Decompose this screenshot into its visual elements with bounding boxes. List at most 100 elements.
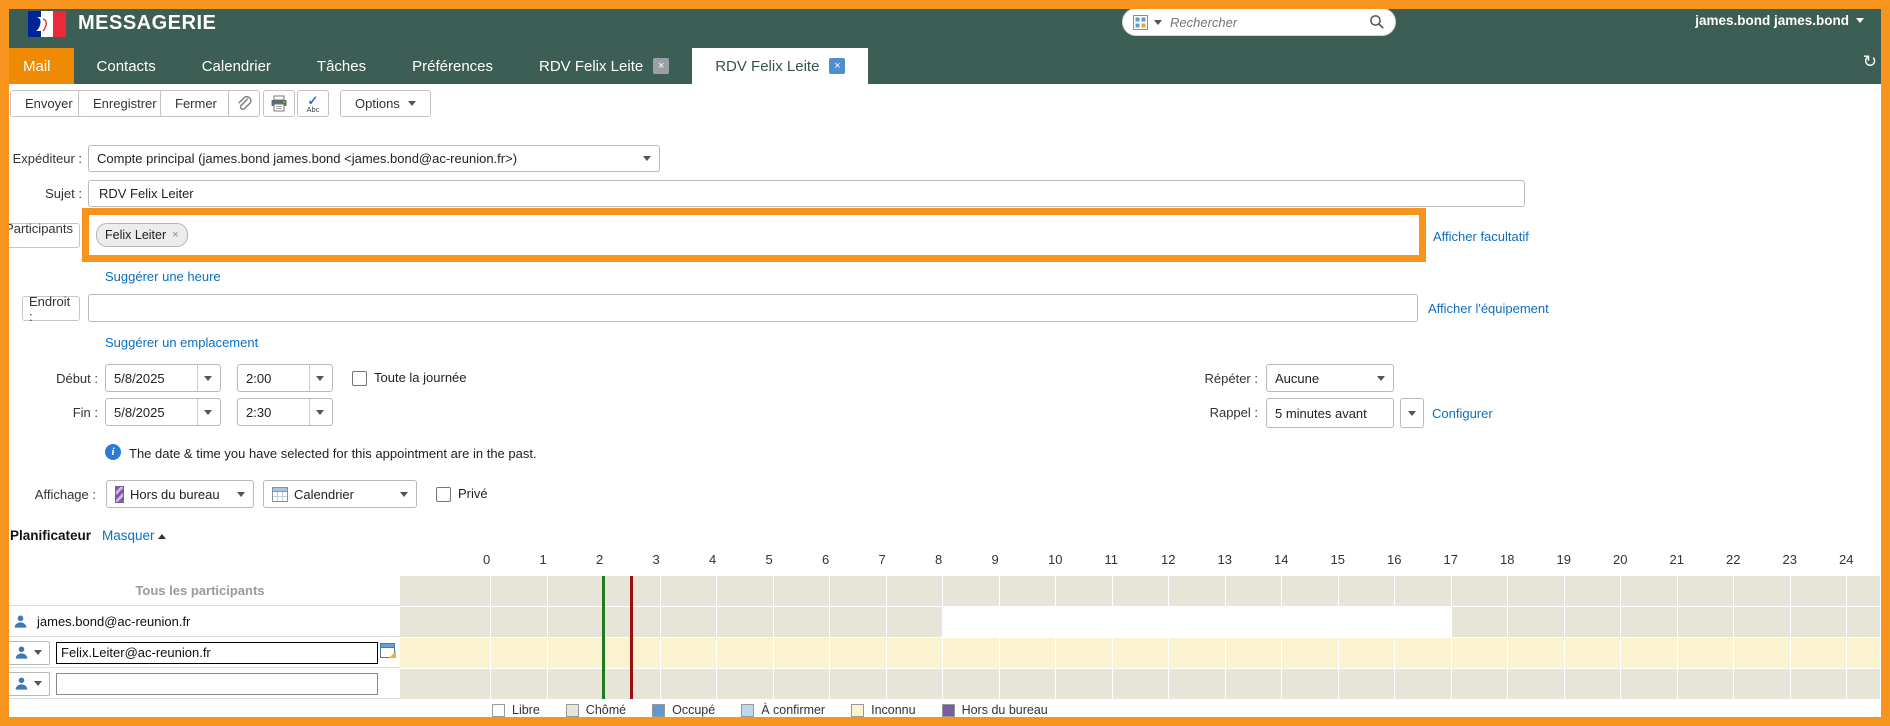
hour-gridline: [1790, 576, 1791, 606]
suggest-time-link[interactable]: Suggérer une heure: [105, 269, 221, 284]
hour-gridline: [1677, 638, 1678, 668]
attendees-label-button[interactable]: Participants :: [2, 223, 80, 248]
appointment-start-marker: [602, 576, 605, 699]
hour-label: 1: [540, 552, 568, 567]
repeat-select[interactable]: Aucune: [1266, 364, 1394, 392]
search-bar[interactable]: [1122, 8, 1396, 36]
configure-reminder-link[interactable]: Configurer: [1432, 406, 1493, 421]
attendee-type-combo[interactable]: [6, 672, 50, 696]
search-scope-caret-icon[interactable]: [1154, 20, 1162, 25]
sender-select[interactable]: Compte principal (james.bond james.bond …: [88, 145, 660, 172]
busy-status-caret-icon: [237, 492, 245, 497]
attendees-field-highlighted[interactable]: Felix Leiter ×: [82, 208, 1426, 262]
repeat-value: Aucune: [1275, 371, 1319, 386]
end-date-select[interactable]: 5/8/2025: [105, 398, 221, 426]
hour-gridline: [547, 638, 548, 668]
private-checkbox[interactable]: [436, 487, 451, 502]
freebusy-segment-free[interactable]: [942, 607, 1451, 637]
hour-gridline: [660, 638, 661, 668]
chip-close-icon[interactable]: ×: [172, 230, 178, 241]
hour-gridline: [1846, 576, 1847, 606]
freebusy-segment-non-working[interactable]: [400, 669, 1880, 699]
attendee-chip-name: Felix Leiter: [105, 228, 166, 242]
tab-label: Préférences: [412, 58, 493, 75]
paperclip-icon: [236, 96, 252, 112]
hour-gridline: [490, 607, 491, 637]
hour-gridline: [660, 669, 661, 699]
hour-gridline: [1055, 576, 1056, 606]
allday-checkbox[interactable]: [352, 371, 367, 386]
tab-rdv-felix-leite[interactable]: RDV Felix Leite×: [516, 48, 692, 84]
hour-gridline: [1394, 607, 1395, 637]
user-name: james.bond james.bond: [1695, 13, 1849, 28]
spellcheck-button[interactable]: ✓ Abc: [297, 90, 329, 117]
end-time-caret-icon: [316, 410, 324, 415]
hour-gridline: [829, 607, 830, 637]
location-input[interactable]: [97, 300, 1409, 317]
save-button[interactable]: Enregistrer: [78, 90, 172, 117]
tab-close-icon[interactable]: ×: [829, 58, 845, 74]
hour-gridline: [1394, 576, 1395, 606]
hour-gridline: [716, 669, 717, 699]
hour-label: 22: [1726, 552, 1754, 567]
hour-gridline: [773, 576, 774, 606]
hour-gridline: [999, 576, 1000, 606]
attendee-email-input[interactable]: [56, 642, 378, 664]
search-icon[interactable]: [1369, 14, 1385, 30]
free-busy-icon[interactable]: [380, 642, 397, 659]
end-time-select[interactable]: 2:30: [237, 398, 333, 426]
start-time-select[interactable]: 2:00: [237, 364, 333, 392]
tab-contacts[interactable]: Contacts: [74, 48, 179, 84]
attendee-row: james.bond@ac-reunion.fr: [0, 607, 400, 637]
hour-gridline: [886, 607, 887, 637]
hour-gridline: [1168, 638, 1169, 668]
hour-label: 18: [1500, 552, 1528, 567]
start-date-caret-icon: [204, 376, 212, 381]
tab-mail[interactable]: Mail: [0, 48, 74, 84]
attendee-chip[interactable]: Felix Leiter ×: [96, 223, 188, 247]
attendee-type-combo[interactable]: [6, 641, 50, 665]
allday-label: Toute la journée: [374, 370, 467, 385]
hour-gridline: [999, 607, 1000, 637]
suggest-location-link[interactable]: Suggérer un emplacement: [105, 335, 258, 350]
hour-label: 8: [935, 552, 963, 567]
freebusy-segment-non-working[interactable]: [400, 576, 1880, 606]
attachment-button[interactable]: [228, 90, 260, 117]
send-button[interactable]: Envoyer: [10, 90, 88, 117]
options-button[interactable]: Options: [340, 90, 431, 117]
tab-close-icon[interactable]: ×: [653, 58, 669, 74]
print-button[interactable]: [263, 90, 295, 117]
subject-input[interactable]: [97, 185, 1516, 202]
reminder-dropdown-button[interactable]: [1400, 398, 1424, 428]
close-button[interactable]: Fermer: [160, 90, 232, 117]
hour-gridline: [1338, 638, 1339, 668]
tab-calendrier[interactable]: Calendrier: [179, 48, 294, 84]
attendee-email-input[interactable]: [56, 673, 378, 695]
attendee-email: james.bond@ac-reunion.fr: [37, 614, 190, 629]
calendar-caret-icon: [400, 492, 408, 497]
hour-gridline: [547, 669, 548, 699]
tab-rdv-felix-leite[interactable]: RDV Felix Leite×: [692, 48, 868, 84]
tab-t-ches[interactable]: Tâches: [294, 48, 389, 84]
freebusy-segment-unknown[interactable]: [400, 638, 1880, 668]
reminder-select[interactable]: 5 minutes avant: [1266, 398, 1394, 428]
tab-pr-f-rences[interactable]: Préférences: [389, 48, 516, 84]
scheduler-hide-link[interactable]: Masquer: [102, 528, 155, 543]
refresh-icon[interactable]: ↻: [1863, 52, 1877, 72]
collapse-arrow-icon[interactable]: [158, 534, 166, 539]
user-menu[interactable]: james.bond james.bond: [1695, 13, 1864, 28]
hour-gridline: [716, 607, 717, 637]
freebusy-legend: LibreChôméOccupéÀ confirmerInconnuHors d…: [492, 703, 1048, 717]
freebusy-segment-non-working[interactable]: [1451, 607, 1881, 637]
hour-gridline: [1620, 576, 1621, 606]
search-input[interactable]: [1168, 14, 1363, 31]
show-optional-link[interactable]: Afficher facultatif: [1433, 229, 1529, 244]
legend-swatch-free: [492, 704, 505, 717]
calendar-select[interactable]: Calendrier: [263, 480, 417, 508]
location-label-button[interactable]: Endroit :: [22, 296, 80, 321]
show-equipment-link[interactable]: Afficher l'équipement: [1428, 301, 1549, 316]
busy-status-select[interactable]: Hors du bureau: [106, 480, 254, 508]
start-date-select[interactable]: 5/8/2025: [105, 364, 221, 392]
freebusy-segment-non-working[interactable]: [400, 607, 942, 637]
search-scope-icon[interactable]: [1133, 15, 1148, 30]
